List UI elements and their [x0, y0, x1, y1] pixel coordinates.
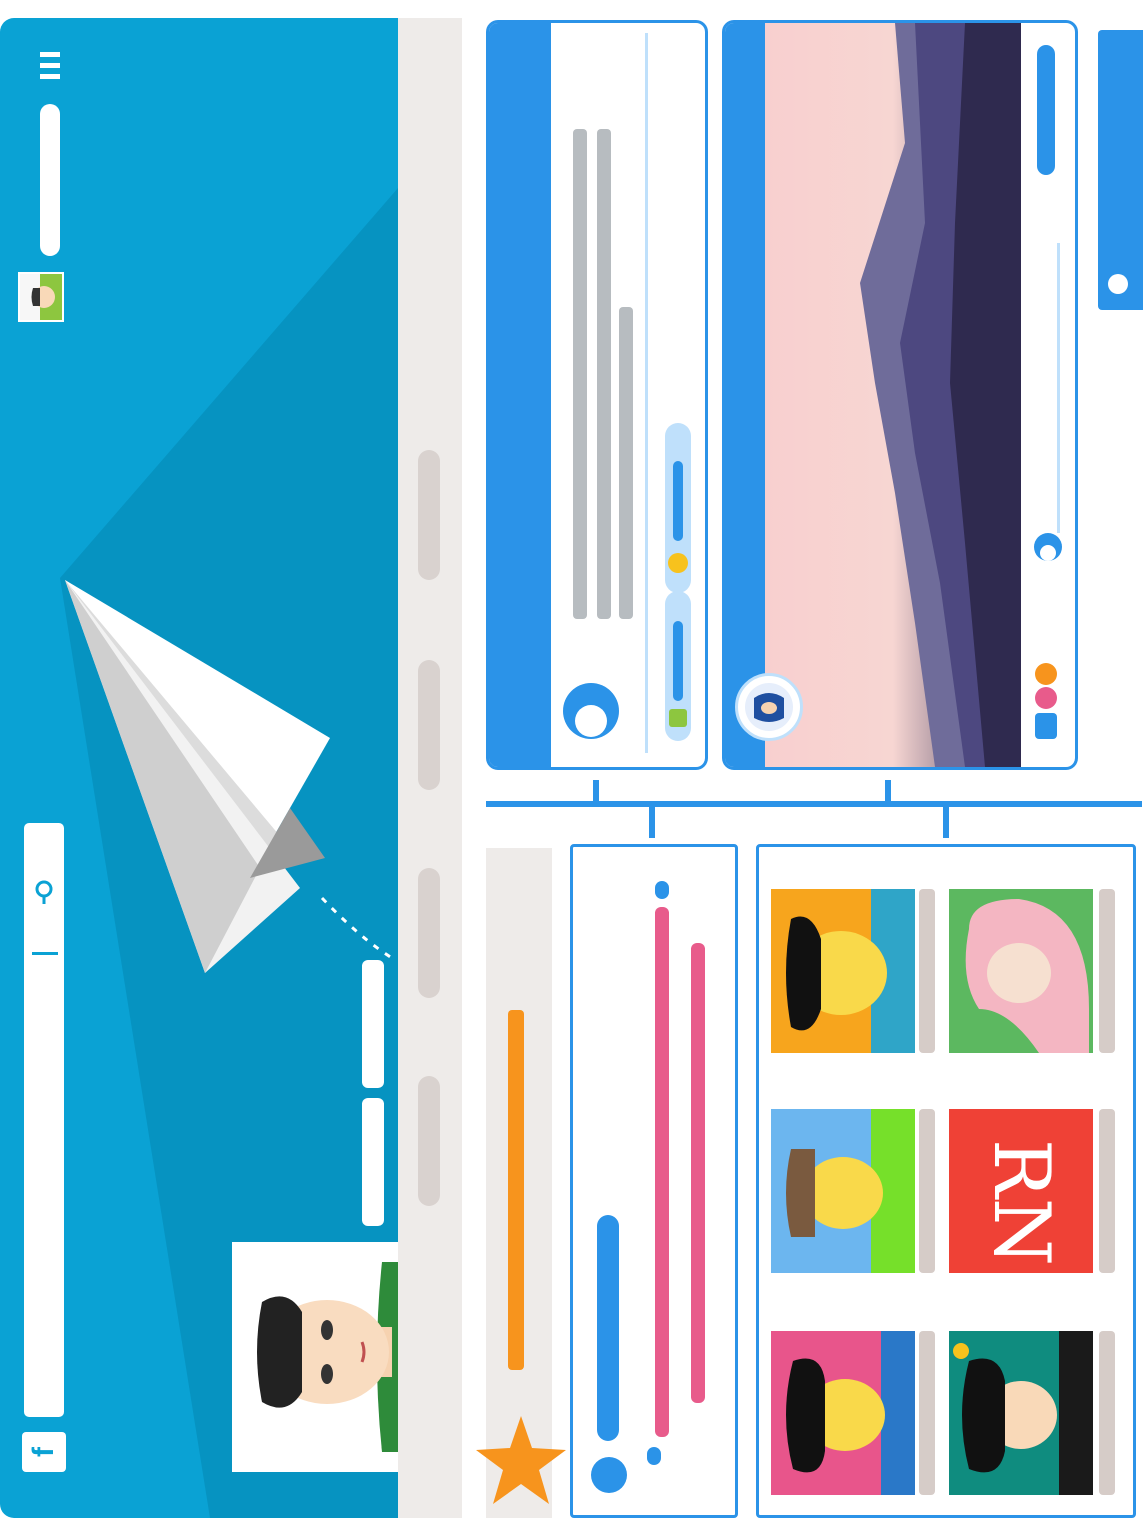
friend-name [919, 889, 935, 1053]
photo-post-card [722, 20, 1078, 770]
haha-reaction-icon [1035, 663, 1057, 685]
logo-letter: f [27, 1447, 60, 1457]
info-avatar[interactable] [591, 1457, 627, 1493]
person-icon [786, 1109, 915, 1273]
friend-thumbnail[interactable] [771, 1109, 915, 1273]
friends-card: RN [756, 844, 1136, 1518]
tab-timeline[interactable] [418, 450, 440, 580]
divider [1057, 243, 1060, 533]
divider [645, 33, 648, 753]
friend-name [919, 1331, 935, 1495]
hamburger-icon[interactable] [40, 52, 60, 82]
person-icon [745, 683, 793, 731]
friend-thumbnail[interactable] [949, 1331, 1093, 1495]
like-reaction-icon [1035, 713, 1057, 739]
search-input[interactable] [24, 823, 64, 1417]
reactions-summary[interactable] [1031, 663, 1061, 755]
friend-name [1099, 1331, 1115, 1495]
post-header [489, 23, 551, 767]
friend-name [1099, 889, 1115, 1053]
person-icon [20, 274, 62, 320]
rating-bar [508, 1010, 524, 1370]
search-divider [32, 952, 58, 955]
friend-name [1099, 1109, 1115, 1273]
info-line [691, 943, 705, 1403]
info-card [570, 844, 738, 1518]
tab-photos[interactable] [418, 1076, 440, 1206]
person-icon [953, 1331, 1093, 1495]
comment-button[interactable] [665, 591, 691, 741]
action-button[interactable] [1037, 45, 1055, 175]
person-icon [786, 1331, 915, 1495]
message-button[interactable] [362, 960, 384, 1088]
info-icon [655, 881, 669, 899]
info-icon [647, 1447, 661, 1465]
info-line [655, 907, 669, 1437]
nav-avatar[interactable] [18, 272, 64, 322]
add-friend-button[interactable] [362, 1098, 384, 1226]
post-text-line [619, 307, 633, 619]
tab-friends[interactable] [418, 868, 440, 998]
post-header [725, 23, 765, 767]
friend-thumbnail[interactable] [771, 1331, 915, 1495]
tab-about[interactable] [418, 660, 440, 790]
friend-thumbnail[interactable] [771, 889, 915, 1053]
person-icon [786, 889, 915, 1053]
person-icon [965, 899, 1089, 1053]
info-button[interactable] [597, 1215, 619, 1441]
star-icon[interactable] [474, 1412, 568, 1512]
page-logo: RN [976, 1139, 1066, 1266]
nav-button[interactable] [40, 104, 60, 256]
landscape-photo [765, 23, 1021, 767]
user-icon [1034, 533, 1062, 561]
logo-icon[interactable]: f [22, 1432, 66, 1472]
reaction-button[interactable] [665, 423, 691, 593]
friend-page-tile[interactable]: RN [949, 1109, 1093, 1273]
photo-icon [669, 709, 687, 727]
side-panel-button[interactable] [1098, 30, 1143, 310]
smiley-icon [668, 553, 688, 573]
post-text-line [597, 129, 611, 619]
love-reaction-icon [1035, 687, 1057, 709]
post-text-line [573, 129, 587, 619]
friend-thumbnail[interactable] [949, 889, 1093, 1053]
search-icon[interactable] [30, 878, 58, 906]
poster-avatar[interactable] [735, 673, 803, 741]
connector-lines [486, 780, 1142, 838]
user-icon [563, 683, 619, 739]
status-post-card [486, 20, 708, 770]
friend-name [919, 1109, 935, 1273]
